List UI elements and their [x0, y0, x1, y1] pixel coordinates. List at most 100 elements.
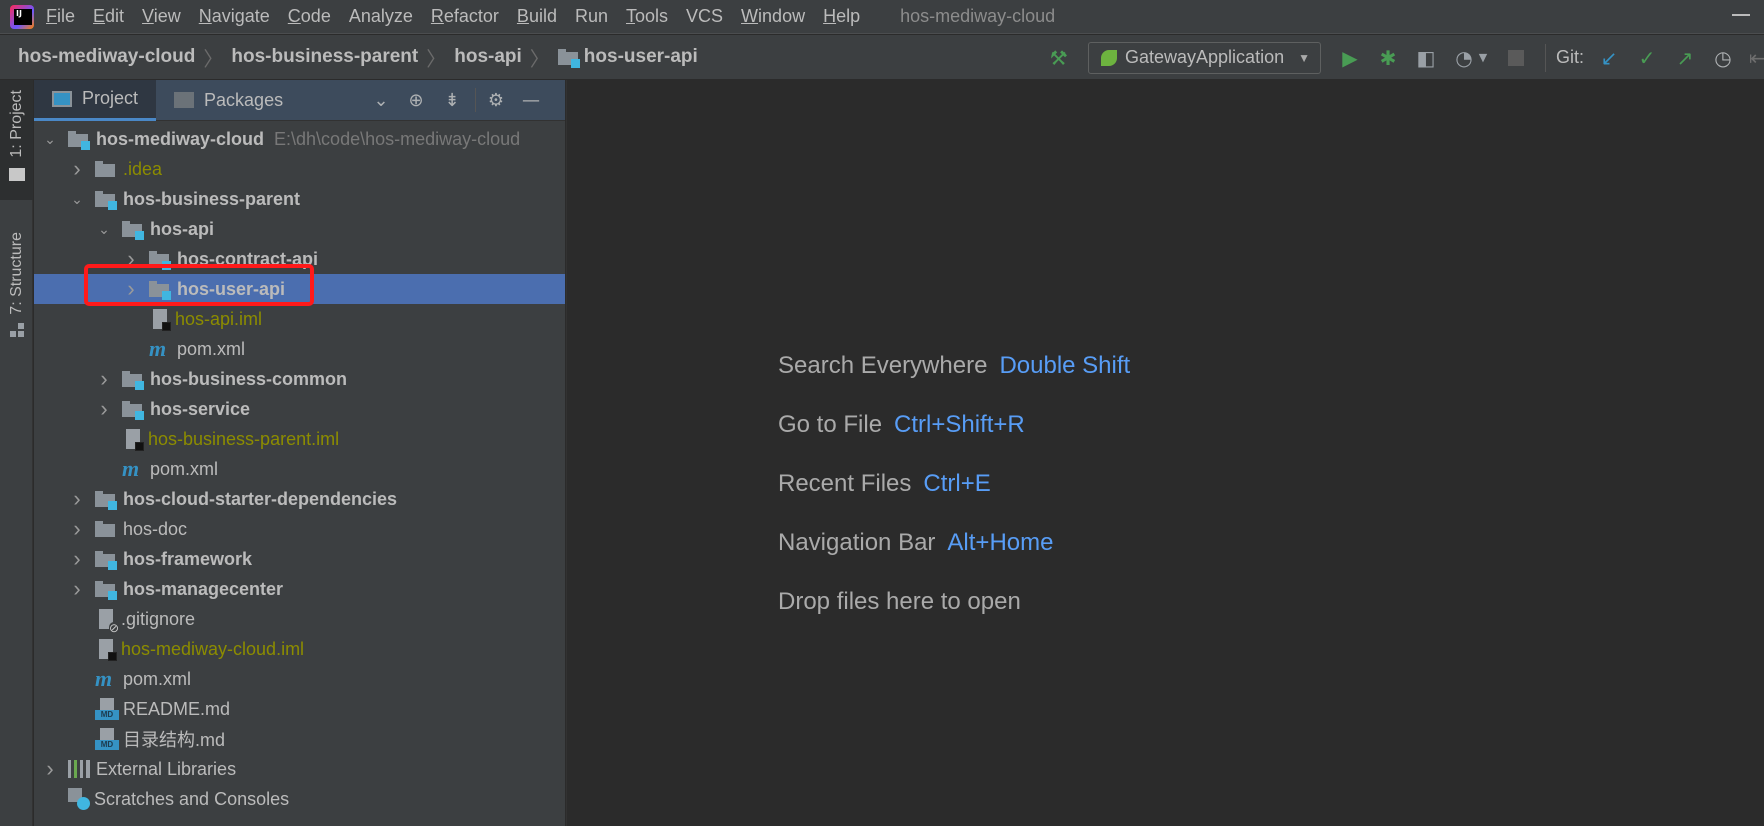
chevron-right-icon[interactable]: ›	[96, 396, 112, 422]
run-configuration-dropdown[interactable]: GatewayApplication ▼	[1088, 41, 1321, 74]
menu-file[interactable]: File	[46, 6, 75, 27]
tree-row[interactable]: › hos-cloud-starter-dependencies	[34, 484, 565, 514]
tree-row[interactable]: m pom.xml	[34, 664, 565, 694]
run-configuration-name: GatewayApplication	[1125, 47, 1285, 67]
tree-row[interactable]: ⌄ hos-business-parent	[34, 184, 565, 214]
tree-row[interactable]: ⌄ hos-mediway-cloud E:\dh\code\hos-mediway…	[34, 124, 565, 154]
module-folder-icon	[95, 581, 117, 600]
tree-row[interactable]: › .idea	[34, 154, 565, 184]
tree-row[interactable]: › hos-service	[34, 394, 565, 424]
tree-row[interactable]: Scratches and Consoles	[34, 784, 565, 814]
header-separator	[475, 88, 476, 112]
debug-bug-icon[interactable]: ✱	[1377, 46, 1399, 70]
menu-run[interactable]: Run	[575, 6, 608, 27]
tree-row[interactable]: › External Libraries	[34, 754, 565, 784]
run-with-coverage-icon[interactable]: ◧	[1415, 46, 1437, 70]
tree-item-label: Scratches and Consoles	[94, 788, 290, 809]
tree-row[interactable]: ⌄ hos-api	[34, 214, 565, 244]
chevron-right-icon[interactable]: ›	[69, 486, 85, 512]
menu-refactor[interactable]: Refactor	[431, 6, 499, 27]
tree-row[interactable]: hos-mediway-cloud.iml	[34, 634, 565, 664]
tree-row[interactable]: MD 目录结构.md	[34, 724, 565, 754]
breadcrumb-item[interactable]: hos-api	[454, 46, 522, 68]
menu-navigate[interactable]: Navigate	[199, 6, 270, 27]
breadcrumb-item[interactable]: hos-business-parent	[231, 46, 418, 68]
tree-row[interactable]: .gitignore	[34, 604, 565, 634]
chevron-right-icon[interactable]: ›	[69, 546, 85, 572]
tree-row[interactable]: hos-api.iml	[34, 304, 565, 334]
stop-icon[interactable]	[1505, 47, 1527, 69]
menu-vcs[interactable]: VCS	[686, 6, 723, 27]
git-update-icon[interactable]: ↙	[1598, 46, 1620, 70]
rollback-icon[interactable]: ⇤	[1750, 47, 1764, 69]
hide-minus-icon[interactable]: —	[521, 90, 541, 111]
tree-row[interactable]: hos-business-parent.iml	[34, 424, 565, 454]
git-commit-check-icon[interactable]: ✓	[1636, 46, 1658, 70]
menu-tools[interactable]: Tools	[626, 6, 668, 27]
stripe-button-project[interactable]: 1: Project	[0, 80, 33, 200]
chevron-down-icon[interactable]: ⌄	[69, 191, 85, 208]
menu-help[interactable]: Help	[823, 6, 860, 27]
profile-icon[interactable]: ◔	[1453, 46, 1475, 70]
breadcrumb-item[interactable]: hos-mediway-cloud	[18, 46, 195, 68]
caret-down-icon[interactable]: ▼	[1477, 47, 1489, 69]
tree-item-label: hos-managecenter	[123, 578, 284, 599]
tool-window-stripe: 1: Project 7: Structure	[0, 80, 33, 826]
tree-row[interactable]: › hos-doc	[34, 514, 565, 544]
tree-row[interactable]: m pom.xml	[34, 454, 565, 484]
chevron-right-icon[interactable]: ›	[69, 516, 85, 542]
tree-row[interactable]: › hos-business-common	[34, 364, 565, 394]
history-clock-icon[interactable]: ◷	[1712, 46, 1734, 70]
editor-hint: Go to File Ctrl+Shift+R	[778, 411, 1025, 439]
locate-crosshair-icon[interactable]: ⊕	[406, 90, 426, 111]
tree-row[interactable]: m pom.xml	[34, 334, 565, 364]
module-folder-icon	[122, 371, 144, 390]
module-folder-icon	[557, 49, 580, 68]
menu-code[interactable]: Code	[288, 6, 331, 27]
tree-item-label: hos-service	[150, 398, 251, 419]
breadcrumb: hos-mediway-cloud 〉 hos-business-parent …	[18, 43, 698, 72]
maven-icon: m	[149, 336, 167, 361]
git-push-icon[interactable]: ↗	[1674, 46, 1696, 70]
breadcrumb-item[interactable]: hos-user-api	[584, 46, 698, 68]
tree-item-label: README.md	[123, 698, 231, 719]
collapse-all-icon[interactable]: ⇟	[442, 90, 462, 111]
stripe-button-structure[interactable]: 7: Structure	[0, 220, 33, 420]
annotation-highlight-box	[84, 264, 314, 306]
chevron-right-icon[interactable]: ›	[69, 156, 85, 182]
tree-item-label: hos-business-parent.iml	[148, 428, 340, 449]
tree-row[interactable]: › hos-framework	[34, 544, 565, 574]
tree-item-label: hos-mediway-cloud	[96, 128, 265, 149]
editor-empty-area[interactable]: Search Everywhere Double Shift Go to File C…	[566, 80, 1764, 826]
chevron-down-icon[interactable]: ⌄	[42, 131, 58, 148]
tree-item-label: External Libraries	[96, 758, 237, 779]
tab-packages[interactable]: Packages	[156, 80, 301, 121]
maven-icon: m	[95, 666, 113, 691]
tab-project[interactable]: Project	[34, 79, 157, 121]
minimize-icon[interactable]	[1732, 14, 1750, 16]
build-hammer-icon[interactable]: ⚒	[1048, 46, 1070, 70]
hint-label: Recent Files	[778, 470, 912, 497]
chevron-down-icon[interactable]: ⌄	[96, 221, 112, 238]
menu-edit[interactable]: Edit	[93, 6, 124, 27]
tree-row[interactable]: › hos-managecenter	[34, 574, 565, 604]
menu-build[interactable]: Build	[517, 6, 557, 27]
hint-shortcut: Double Shift	[999, 352, 1131, 379]
menu-view[interactable]: View	[142, 6, 181, 27]
menu-window[interactable]: Window	[741, 6, 805, 27]
chevron-right-icon[interactable]: ›	[42, 756, 58, 782]
tree-row[interactable]: MD README.md	[34, 694, 565, 724]
package-folder-icon	[174, 92, 195, 108]
menu-analyze[interactable]: Analyze	[349, 6, 413, 27]
gear-icon[interactable]: ⚙	[486, 90, 506, 111]
project-panel-header: Project Packages ⌄ ⊕ ⇟ ⚙ —	[34, 79, 565, 121]
chevron-right-icon[interactable]: ›	[69, 576, 85, 602]
chevron-right-icon[interactable]: ›	[96, 366, 112, 392]
hint-label: Search Everywhere	[778, 352, 988, 379]
run-icon[interactable]: ▶	[1339, 46, 1361, 70]
project-view-icon	[52, 90, 72, 107]
stripe-label: 7: Structure	[7, 232, 25, 315]
caret-down-icon: ▼	[1298, 50, 1310, 65]
stripe-label: 1: Project	[7, 90, 25, 158]
chevron-down-icon[interactable]: ⌄	[371, 90, 391, 111]
